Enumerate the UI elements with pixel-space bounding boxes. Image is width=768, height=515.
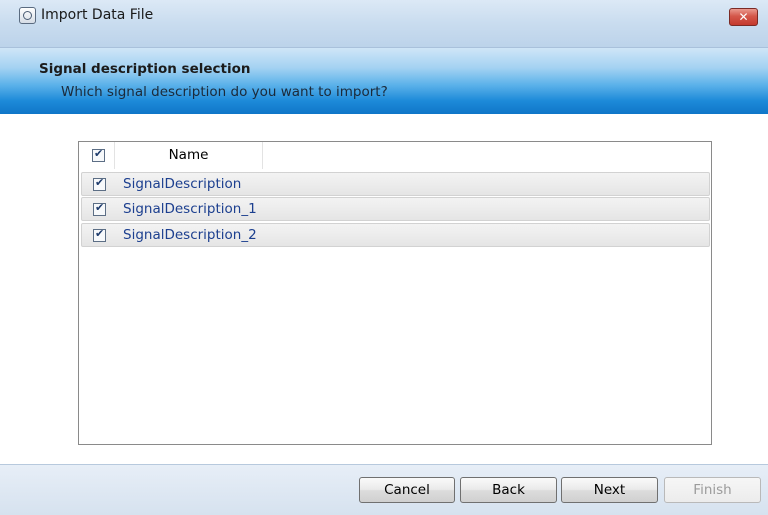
column-header-name[interactable]: Name xyxy=(115,142,263,169)
row-checkbox[interactable] xyxy=(93,227,106,242)
step-subtitle: Which signal description do you want to … xyxy=(61,84,388,100)
back-button[interactable]: Back xyxy=(460,477,557,503)
signal-description-grid: Name SignalDescription SignalDescription… xyxy=(78,141,712,445)
cancel-button[interactable]: Cancel xyxy=(359,477,455,503)
step-title: Signal description selection xyxy=(39,61,251,77)
close-button[interactable]: ✕ xyxy=(729,8,758,26)
app-icon xyxy=(19,7,36,24)
table-row[interactable]: SignalDescription_1 xyxy=(81,197,710,221)
header-checkbox-cell xyxy=(79,142,115,169)
select-all-checkbox[interactable] xyxy=(92,147,105,162)
title-bar: Import Data File ✕ xyxy=(0,0,768,48)
table-row[interactable]: SignalDescription_2 xyxy=(81,223,710,247)
close-icon: ✕ xyxy=(738,10,749,24)
row-name: SignalDescription_2 xyxy=(123,227,257,243)
row-name: SignalDescription_1 xyxy=(123,201,257,217)
finish-button: Finish xyxy=(664,477,761,503)
wizard-header: Signal description selection Which signa… xyxy=(0,48,768,114)
row-checkbox[interactable] xyxy=(93,176,106,191)
row-checkbox[interactable] xyxy=(93,201,106,216)
row-name: SignalDescription xyxy=(123,176,242,192)
grid-header: Name xyxy=(79,142,711,169)
table-row[interactable]: SignalDescription xyxy=(81,172,710,196)
next-button[interactable]: Next xyxy=(561,477,658,503)
window-title: Import Data File xyxy=(41,7,154,23)
